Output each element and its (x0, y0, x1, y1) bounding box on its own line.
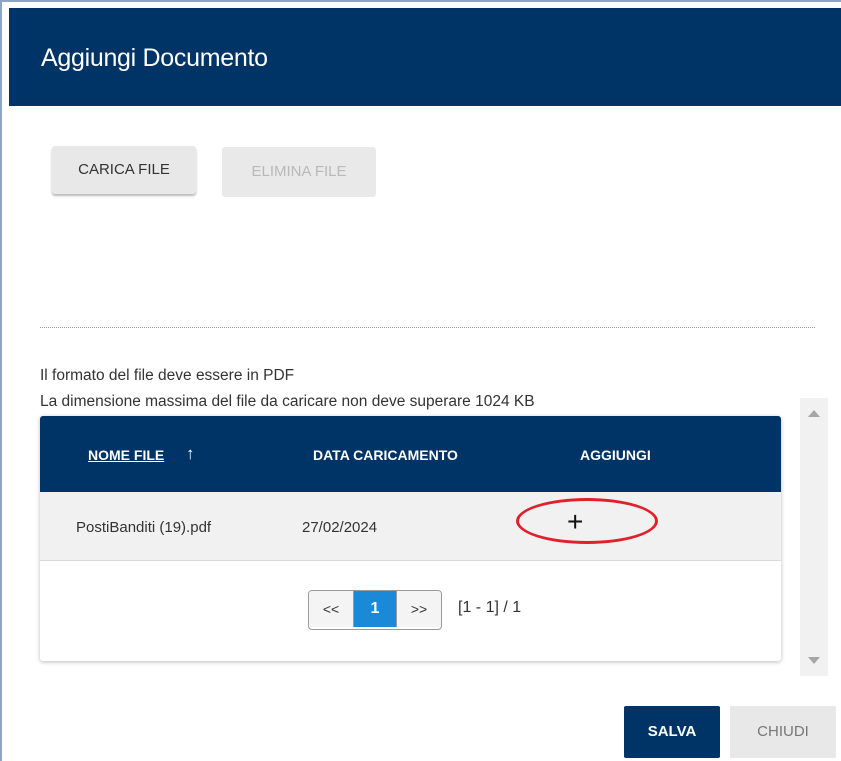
file-name-cell: PostiBanditi (19).pdf (76, 519, 212, 536)
vertical-scrollbar[interactable] (800, 398, 828, 676)
prev-page-button[interactable]: << (309, 591, 353, 627)
save-button[interactable]: SALVA (624, 706, 720, 758)
dialog-title: Aggiungi Documento (41, 44, 268, 72)
upload-date-cell: 27/02/2024 (302, 519, 378, 536)
window-top-border (0, 0, 841, 2)
format-note: Il formato del file deve essere in PDF (40, 367, 295, 384)
pagination-info: [1 - 1] / 1 (458, 599, 522, 616)
max-size-note: La dimensione massima del file da carica… (40, 393, 535, 410)
next-page-button[interactable]: >> (396, 591, 441, 627)
pagination: << 1 >> (308, 590, 442, 630)
column-header-add: AGGIUNGI (580, 447, 651, 463)
table-header: NOME FILE ↑ DATA CARICAMENTO AGGIUNGI (40, 416, 781, 492)
table-row: PostiBanditi (19).pdf 27/02/2024 + (40, 492, 781, 561)
sort-ascending-icon[interactable]: ↑ (186, 444, 195, 464)
delete-file-button[interactable]: ELIMINA FILE (222, 147, 376, 197)
page-button-current[interactable]: 1 (353, 591, 396, 627)
files-table: NOME FILE ↑ DATA CARICAMENTO AGGIUNGI Po… (40, 416, 781, 661)
dialog-header: Aggiungi Documento (9, 8, 841, 106)
column-header-file-name[interactable]: NOME FILE (88, 447, 164, 463)
scroll-up-arrow-icon[interactable] (808, 410, 820, 417)
upload-file-button[interactable]: CARICA FILE (52, 146, 196, 194)
dotted-separator (40, 327, 815, 328)
window-left-border (0, 0, 2, 761)
column-header-upload-date: DATA CARICAMENTO (313, 447, 458, 463)
scroll-down-arrow-icon[interactable] (808, 657, 820, 664)
close-button[interactable]: CHIUDI (730, 706, 836, 758)
red-highlight-circle (516, 498, 658, 544)
